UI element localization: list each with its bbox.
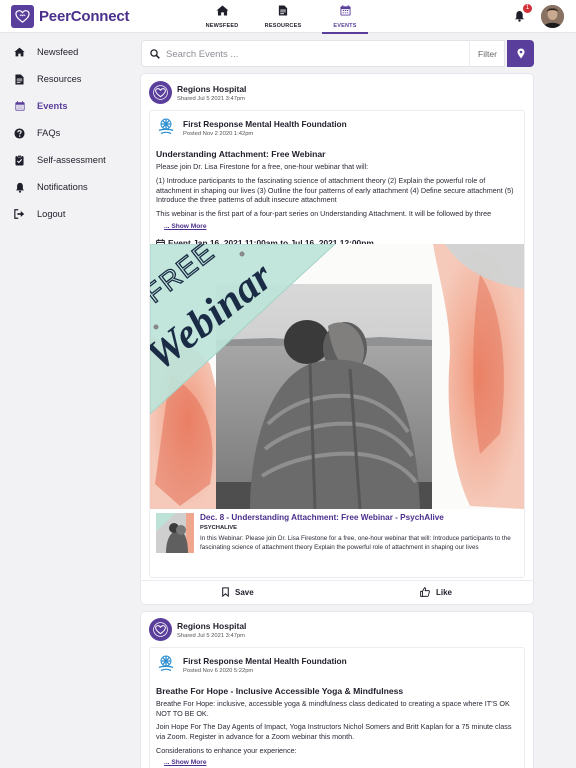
question-icon	[14, 127, 25, 139]
heart-logo-icon	[11, 5, 34, 28]
bookmark-icon	[222, 587, 229, 597]
bell-icon	[14, 181, 25, 193]
event-post-card: Regions Hospital Shared Jul 5 2021 3:47p…	[141, 612, 533, 768]
sidebar-item-events[interactable]: Events	[0, 96, 135, 116]
event-image[interactable]: FREE Webinar	[150, 244, 524, 509]
post-actions: Save Like	[141, 580, 533, 604]
sidebar-item-faqs[interactable]: FAQs	[0, 123, 135, 143]
show-more-link[interactable]: ... Show More	[164, 223, 207, 230]
org-name[interactable]: Regions Hospital	[177, 621, 246, 631]
heart-logo-icon	[153, 622, 168, 637]
logout-icon	[14, 208, 25, 220]
user-avatar[interactable]	[541, 5, 564, 28]
link-preview[interactable]: Dec. 8 - Understanding Attachment: Free …	[156, 513, 520, 577]
calendar-icon	[14, 100, 25, 112]
save-label: Save	[235, 587, 254, 597]
post-paragraph: (1) Introduce participants to the fascin…	[156, 176, 514, 205]
tab-label: RESOURCES	[264, 23, 302, 29]
home-icon	[14, 46, 25, 58]
map-pin-icon	[517, 48, 524, 59]
link-title[interactable]: Dec. 8 - Understanding Attachment: Free …	[200, 513, 444, 522]
post-title: Understanding Attachment: Free Webinar	[156, 149, 326, 159]
post-paragraph: Breathe For Hope: inclusive, accessible …	[156, 699, 510, 718]
sidebar-item-self-assessment[interactable]: Self-assessment	[0, 150, 135, 170]
clipboard-check-icon	[14, 154, 25, 166]
document-icon	[14, 73, 25, 85]
like-button[interactable]: Like	[420, 587, 452, 597]
home-icon	[216, 5, 228, 16]
sidebar-item-label: Self-assessment	[37, 155, 106, 165]
post-paragraph: This webinar is the first part of a four…	[156, 209, 492, 218]
bell-icon	[514, 10, 525, 22]
sidebar-item-label: FAQs	[37, 128, 61, 138]
post-paragraph: Join Hope For The Day Agents of Impact, …	[156, 722, 512, 741]
shared-date: Shared Jul 5 2021 3:47pm	[177, 96, 246, 102]
author-name[interactable]: First Response Mental Health Foundation	[183, 656, 347, 666]
tab-events[interactable]: EVENTS	[320, 3, 370, 34]
sidebar-item-label: Resources	[37, 74, 82, 84]
thumbs-up-icon	[420, 587, 430, 597]
sidebar-item-label: Events	[37, 101, 68, 111]
sidebar-item-label: Logout	[37, 209, 66, 219]
sidebar-item-label: Notifications	[37, 182, 88, 192]
search-icon	[150, 49, 160, 59]
filter-button[interactable]: Filter	[469, 40, 505, 67]
org-avatar[interactable]	[149, 618, 172, 641]
sidebar-item-newsfeed[interactable]: Newsfeed	[0, 42, 135, 62]
tab-newsfeed[interactable]: NEWSFEED	[197, 3, 247, 33]
calendar-icon	[339, 5, 351, 16]
show-more-link[interactable]: ... Show More	[164, 759, 207, 766]
sidebar-item-label: Newsfeed	[37, 47, 79, 57]
heart-logo-icon	[153, 85, 168, 100]
posted-date: Posted Nov 2 2020 1:42pm	[183, 131, 254, 137]
shared-post: First Response Mental Health Foundation …	[149, 647, 525, 768]
post-paragraph: Please join Dr. Lisa Firestone for a fre…	[156, 162, 369, 171]
link-site: PSYCHALIVE	[200, 525, 238, 531]
top-bar: PeerConnect NEWSFEED RESOURCES EVENTS 1	[0, 0, 576, 34]
notification-badge: 1	[523, 4, 532, 13]
posted-date: Posted Nov 6 2020 5:22pm	[183, 668, 254, 674]
link-description: In this Webinar: Please join Dr. Lisa Fi…	[200, 535, 511, 551]
save-button[interactable]: Save	[222, 587, 254, 597]
location-button[interactable]	[507, 40, 534, 67]
org-avatar[interactable]	[149, 81, 172, 104]
author-name[interactable]: First Response Mental Health Foundation	[183, 119, 347, 129]
first-response-logo-icon	[158, 118, 174, 135]
shared-date: Shared Jul 5 2021 3:47pm	[177, 633, 246, 639]
app-name: PeerConnect	[39, 8, 130, 25]
org-name[interactable]: Regions Hospital	[177, 84, 246, 94]
tab-label: EVENTS	[333, 23, 357, 29]
event-post-card: Regions Hospital Shared Jul 5 2021 3:47p…	[141, 74, 533, 604]
sidebar-item-notifications[interactable]: Notifications	[0, 177, 135, 197]
tab-resources[interactable]: RESOURCES	[258, 3, 308, 33]
sidebar-item-resources[interactable]: Resources	[0, 69, 135, 89]
shared-post: First Response Mental Health Foundation …	[149, 110, 525, 578]
app-logo[interactable]: PeerConnect	[11, 5, 130, 28]
link-thumbnail	[156, 513, 194, 553]
tab-label: NEWSFEED	[205, 23, 239, 29]
search-input[interactable]	[166, 47, 456, 61]
like-label: Like	[436, 587, 453, 597]
search-bar	[141, 40, 505, 67]
post-title: Breathe For Hope - Inclusive Accessible …	[156, 686, 404, 696]
sidebar-item-logout[interactable]: Logout	[0, 204, 135, 224]
post-paragraph: Considerations to enhance your experienc…	[156, 746, 297, 755]
document-icon	[278, 5, 288, 16]
first-response-logo-icon	[158, 655, 174, 672]
